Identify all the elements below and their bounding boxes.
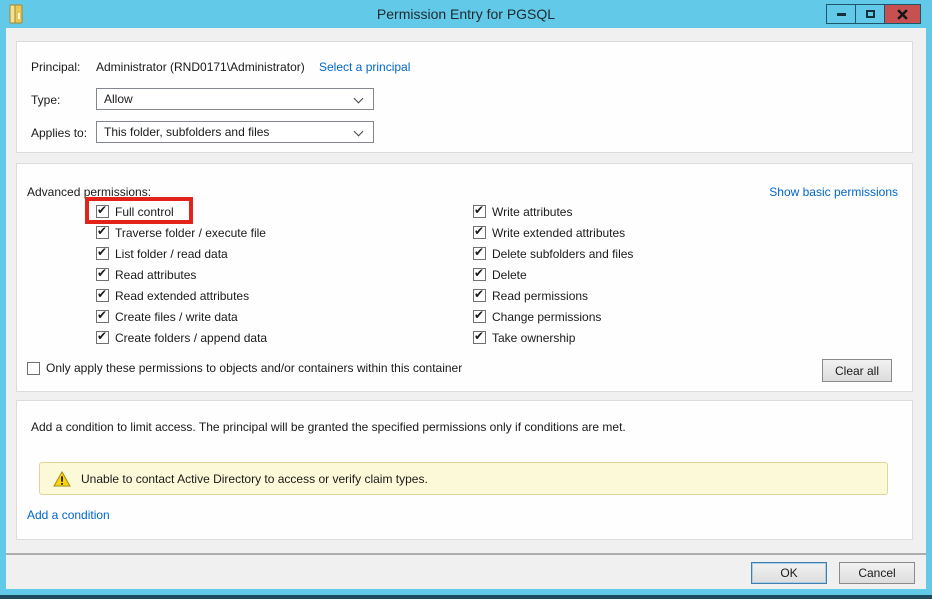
permission-label: Create files / write data: [115, 310, 238, 324]
permission-read-permissions[interactable]: Read permissions: [473, 285, 588, 306]
chevron-down-icon: [354, 94, 364, 104]
permission-label: Read attributes: [115, 268, 196, 282]
permission-create-files[interactable]: Create files / write data: [96, 306, 238, 327]
only-apply-label: Only apply these permissions to objects …: [46, 361, 462, 375]
checkbox-checked-icon: [473, 268, 486, 281]
permission-read-extended-attributes[interactable]: Read extended attributes: [96, 285, 249, 306]
permissions-column-left: Full control Traverse folder / execute f…: [96, 201, 466, 348]
permission-label: List folder / read data: [115, 247, 228, 261]
minimize-icon: [837, 13, 846, 16]
permission-entry-dialog: Permission Entry for PGSQL Principal: Ad…: [0, 0, 932, 599]
permission-label: Traverse folder / execute file: [115, 226, 266, 240]
close-button[interactable]: [884, 4, 921, 24]
permission-read-attributes[interactable]: Read attributes: [96, 264, 196, 285]
condition-description: Add a condition to limit access. The pri…: [31, 420, 626, 434]
permission-write-attributes[interactable]: Write attributes: [473, 201, 572, 222]
maximize-button[interactable]: [855, 4, 885, 24]
permission-label: Write extended attributes: [492, 226, 625, 240]
permission-label: Change permissions: [492, 310, 601, 324]
type-dropdown[interactable]: Allow: [96, 88, 374, 110]
permission-label: Read extended attributes: [115, 289, 249, 303]
permission-list-folder[interactable]: List folder / read data: [96, 243, 228, 264]
checkbox-checked-icon: [96, 331, 109, 344]
checkbox-checked-icon: [473, 310, 486, 323]
applies-to-dropdown-value: This folder, subfolders and files: [104, 125, 269, 139]
checkbox-checked-icon: [473, 205, 486, 218]
permission-label: Read permissions: [492, 289, 588, 303]
checkbox-checked-icon: [473, 289, 486, 302]
chevron-down-icon: [354, 127, 364, 137]
applies-to-dropdown[interactable]: This folder, subfolders and files: [96, 121, 374, 143]
principal-label: Principal:: [31, 60, 80, 74]
permission-full-control[interactable]: Full control: [96, 201, 174, 222]
checkbox-checked-icon: [473, 226, 486, 239]
checkbox-checked-icon: [96, 268, 109, 281]
checkbox-checked-icon: [473, 331, 486, 344]
close-icon: [897, 9, 908, 20]
clear-all-button[interactable]: Clear all: [822, 359, 892, 382]
warning-banner: Unable to contact Active Directory to ac…: [39, 462, 888, 495]
ok-button[interactable]: OK: [751, 562, 827, 584]
checkbox-checked-icon: [96, 205, 109, 218]
window-title: Permission Entry for PGSQL: [0, 6, 932, 22]
only-apply-checkbox-row[interactable]: Only apply these permissions to objects …: [27, 361, 462, 375]
warning-text: Unable to contact Active Directory to ac…: [81, 472, 428, 486]
permission-write-extended-attributes[interactable]: Write extended attributes: [473, 222, 625, 243]
permission-label: Delete: [492, 268, 527, 282]
select-principal-link[interactable]: Select a principal: [319, 60, 410, 74]
permission-traverse-folder[interactable]: Traverse folder / execute file: [96, 222, 266, 243]
condition-panel: Add a condition to limit access. The pri…: [16, 400, 913, 540]
permission-label: Full control: [115, 205, 174, 219]
permission-label: Delete subfolders and files: [492, 247, 633, 261]
minimize-button[interactable]: [826, 4, 856, 24]
permission-label: Create folders / append data: [115, 331, 267, 345]
warning-triangle-icon: [53, 471, 71, 487]
principal-value: Administrator (RND0171\Administrator): [96, 60, 305, 74]
permission-label: Take ownership: [492, 331, 575, 345]
checkbox-unchecked-icon: [27, 362, 40, 375]
permission-take-ownership[interactable]: Take ownership: [473, 327, 575, 348]
maximize-icon: [866, 10, 875, 18]
add-condition-link[interactable]: Add a condition: [27, 508, 110, 522]
checkbox-checked-icon: [96, 289, 109, 302]
applies-to-label: Applies to:: [31, 126, 87, 140]
type-dropdown-value: Allow: [104, 92, 133, 106]
checkbox-checked-icon: [96, 247, 109, 260]
permission-change-permissions[interactable]: Change permissions: [473, 306, 601, 327]
checkbox-checked-icon: [96, 310, 109, 323]
permission-label: Write attributes: [492, 205, 572, 219]
advanced-permissions-panel: Advanced permissions: Show basic permiss…: [16, 163, 913, 392]
principal-panel: Principal: Administrator (RND0171\Admini…: [16, 41, 913, 153]
permission-create-folders[interactable]: Create folders / append data: [96, 327, 267, 348]
footer-separator: [6, 553, 926, 555]
permission-delete[interactable]: Delete: [473, 264, 527, 285]
cancel-button[interactable]: Cancel: [839, 562, 915, 584]
checkbox-checked-icon: [96, 226, 109, 239]
type-label: Type:: [31, 93, 60, 107]
permissions-column-right: Write attributes Write extended attribut…: [473, 201, 893, 348]
permission-delete-subfolders[interactable]: Delete subfolders and files: [473, 243, 633, 264]
advanced-permissions-label: Advanced permissions:: [27, 185, 151, 199]
checkbox-checked-icon: [473, 247, 486, 260]
show-basic-permissions-link[interactable]: Show basic permissions: [769, 185, 898, 199]
titlebar[interactable]: Permission Entry for PGSQL: [0, 0, 932, 28]
